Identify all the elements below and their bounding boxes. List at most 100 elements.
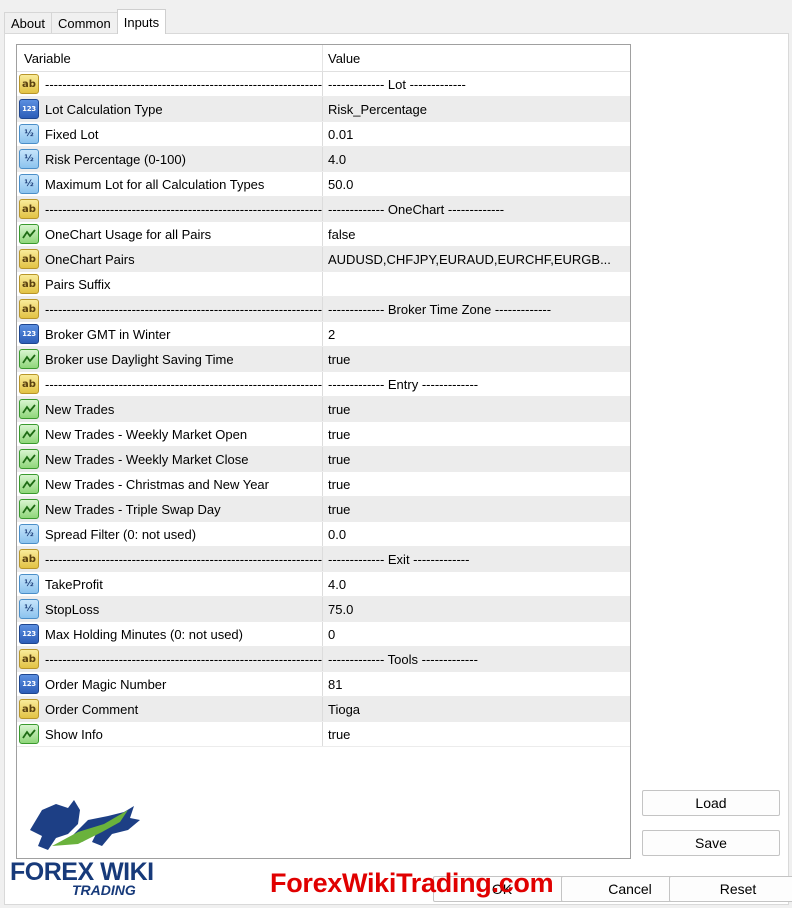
- string-type-icon: ab: [19, 74, 39, 94]
- tab-label: Inputs: [123, 14, 160, 30]
- variable-cell[interactable]: ab Order Comment: [17, 697, 323, 721]
- variable-cell[interactable]: OneChart Usage for all Pairs: [17, 222, 323, 246]
- value-cell[interactable]: true: [323, 447, 630, 471]
- variable-cell[interactable]: ½ Fixed Lot: [17, 122, 323, 146]
- value-cell[interactable]: 81: [323, 672, 630, 696]
- variable-cell[interactable]: ab --------------------------------------…: [17, 197, 323, 221]
- value-cell[interactable]: 0: [323, 622, 630, 646]
- table-row[interactable]: ab --------------------------------------…: [17, 547, 630, 572]
- table-row[interactable]: ab OneChart Pairs AUDUSD,CHFJPY,EURAUD,EUR…: [17, 247, 630, 272]
- variable-cell[interactable]: New Trades - Triple Swap Day: [17, 497, 323, 521]
- value-cell[interactable]: 50.0: [323, 172, 630, 196]
- value-cell[interactable]: ------------- OneChart -------------: [323, 197, 630, 221]
- variable-cell[interactable]: ½ TakeProfit: [17, 572, 323, 596]
- table-row[interactable]: OneChart Usage for all Pairs false: [17, 222, 630, 247]
- variable-cell[interactable]: 123 Broker GMT in Winter: [17, 322, 323, 346]
- variable-cell[interactable]: New Trades - Christmas and New Year: [17, 472, 323, 496]
- variable-cell[interactable]: 123 Lot Calculation Type: [17, 97, 323, 121]
- table-row[interactable]: 123 Broker GMT in Winter 2: [17, 322, 630, 347]
- variable-cell[interactable]: ½ StopLoss: [17, 597, 323, 621]
- load-button[interactable]: Load: [642, 790, 780, 816]
- table-row[interactable]: ab --------------------------------------…: [17, 372, 630, 397]
- value-cell[interactable]: true: [323, 397, 630, 421]
- double-type-icon: ½: [19, 574, 39, 594]
- table-row[interactable]: New Trades - Triple Swap Day true: [17, 497, 630, 522]
- table-row[interactable]: ab --------------------------------------…: [17, 72, 630, 97]
- variable-cell[interactable]: ab --------------------------------------…: [17, 647, 323, 671]
- table-row[interactable]: ab Pairs Suffix: [17, 272, 630, 297]
- variable-cell[interactable]: ½ Maximum Lot for all Calculation Types: [17, 172, 323, 196]
- value-cell[interactable]: Risk_Percentage: [323, 97, 630, 121]
- table-row[interactable]: ½ Spread Filter (0: not used) 0.0: [17, 522, 630, 547]
- value-cell[interactable]: 4.0: [323, 572, 630, 596]
- variable-cell[interactable]: ½ Risk Percentage (0-100): [17, 147, 323, 171]
- table-row[interactable]: ab Order Comment Tioga: [17, 697, 630, 722]
- table-row[interactable]: ½ Risk Percentage (0-100) 4.0: [17, 147, 630, 172]
- column-header-value[interactable]: Value: [323, 45, 630, 71]
- variable-cell[interactable]: 123 Max Holding Minutes (0: not used): [17, 622, 323, 646]
- value-cell[interactable]: 2: [323, 322, 630, 346]
- tab-inputs[interactable]: Inputs: [116, 9, 167, 34]
- table-row[interactable]: ½ StopLoss 75.0: [17, 597, 630, 622]
- table-row[interactable]: 123 Lot Calculation Type Risk_Percentage: [17, 97, 630, 122]
- value-cell[interactable]: ------------- Exit -------------: [323, 547, 630, 571]
- variable-name: Order Comment: [45, 701, 139, 717]
- value-cell[interactable]: true: [323, 422, 630, 446]
- value-cell[interactable]: 0.01: [323, 122, 630, 146]
- value-cell[interactable]: ------------- Entry -------------: [323, 372, 630, 396]
- value-cell[interactable]: true: [323, 472, 630, 496]
- variable-cell[interactable]: New Trades: [17, 397, 323, 421]
- variable-cell[interactable]: ab --------------------------------------…: [17, 372, 323, 396]
- table-row[interactable]: ab --------------------------------------…: [17, 197, 630, 222]
- variable-name: Pairs Suffix: [45, 276, 111, 292]
- variable-cell[interactable]: Broker use Daylight Saving Time: [17, 347, 323, 371]
- variable-cell[interactable]: ab OneChart Pairs: [17, 247, 323, 271]
- watermark-text: ForexWikiTrading.com: [270, 868, 554, 898]
- value-cell[interactable]: true: [323, 347, 630, 371]
- tab-about[interactable]: About: [4, 12, 52, 34]
- table-row[interactable]: 123 Order Magic Number 81: [17, 672, 630, 697]
- variable-cell[interactable]: 123 Order Magic Number: [17, 672, 323, 696]
- value-cell[interactable]: ------------- Broker Time Zone ---------…: [323, 297, 630, 321]
- variable-cell[interactable]: ab --------------------------------------…: [17, 297, 323, 321]
- string-type-icon: ab: [19, 374, 39, 394]
- variable-cell[interactable]: Show Info: [17, 722, 323, 746]
- variable-cell[interactable]: ½ Spread Filter (0: not used): [17, 522, 323, 546]
- value-cell[interactable]: false: [323, 222, 630, 246]
- table-row[interactable]: ab --------------------------------------…: [17, 647, 630, 672]
- table-row[interactable]: New Trades - Weekly Market Close true: [17, 447, 630, 472]
- save-button[interactable]: Save: [642, 830, 780, 856]
- variable-cell[interactable]: ab --------------------------------------…: [17, 72, 323, 96]
- variable-cell[interactable]: ab --------------------------------------…: [17, 547, 323, 571]
- table-row[interactable]: New Trades - Weekly Market Open true: [17, 422, 630, 447]
- variable-cell[interactable]: New Trades - Weekly Market Open: [17, 422, 323, 446]
- tab-common[interactable]: Common: [50, 12, 118, 34]
- table-row[interactable]: Broker use Daylight Saving Time true: [17, 347, 630, 372]
- variable-cell[interactable]: New Trades - Weekly Market Close: [17, 447, 323, 471]
- reset-button[interactable]: Reset: [669, 876, 792, 902]
- table-row[interactable]: 123 Max Holding Minutes (0: not used) 0: [17, 622, 630, 647]
- variable-name: Spread Filter (0: not used): [45, 526, 197, 542]
- value-cell[interactable]: true: [323, 722, 630, 746]
- column-header-variable[interactable]: Variable: [17, 45, 323, 71]
- value-cell[interactable]: 0.0: [323, 522, 630, 546]
- value-cell[interactable]: ------------- Tools -------------: [323, 647, 630, 671]
- table-row[interactable]: New Trades true: [17, 397, 630, 422]
- table-row[interactable]: New Trades - Christmas and New Year true: [17, 472, 630, 497]
- variable-name: ----------------------------------------…: [45, 376, 323, 392]
- boolean-type-icon: [19, 449, 39, 469]
- value-cell[interactable]: Tioga: [323, 697, 630, 721]
- value-cell[interactable]: [323, 272, 630, 296]
- value-cell[interactable]: ------------- Lot -------------: [323, 72, 630, 96]
- table-row[interactable]: ½ Maximum Lot for all Calculation Types 50…: [17, 172, 630, 197]
- variable-cell[interactable]: ab Pairs Suffix: [17, 272, 323, 296]
- variable-name: OneChart Pairs: [45, 251, 135, 267]
- table-row[interactable]: ½ TakeProfit 4.0: [17, 572, 630, 597]
- table-row[interactable]: Show Info true: [17, 722, 630, 747]
- table-row[interactable]: ab --------------------------------------…: [17, 297, 630, 322]
- value-cell[interactable]: true: [323, 497, 630, 521]
- value-cell[interactable]: 4.0: [323, 147, 630, 171]
- table-row[interactable]: ½ Fixed Lot 0.01: [17, 122, 630, 147]
- value-cell[interactable]: AUDUSD,CHFJPY,EURAUD,EURCHF,EURGB...: [323, 247, 630, 271]
- value-cell[interactable]: 75.0: [323, 597, 630, 621]
